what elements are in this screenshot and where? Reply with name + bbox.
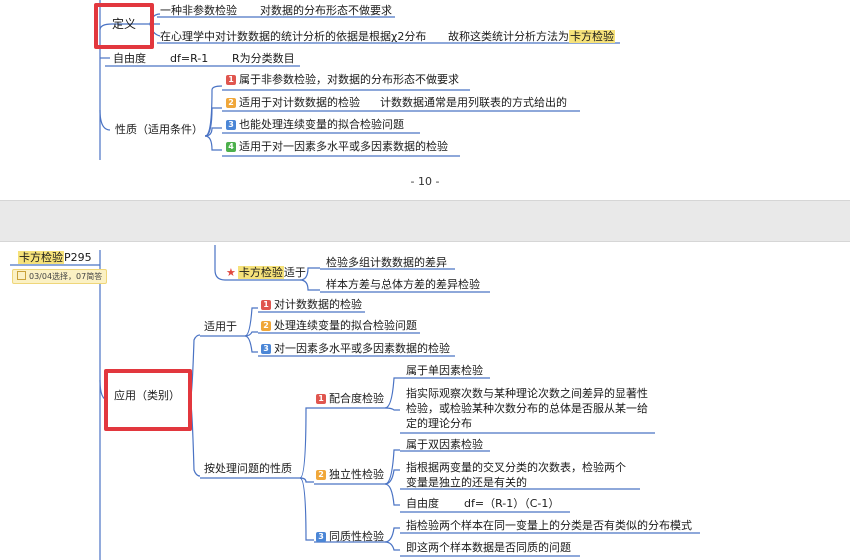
number-4-icon: 4 bbox=[226, 142, 236, 152]
chi-item-2: 样本方差与总体方差的差异检验 bbox=[326, 278, 480, 291]
chi-suitable-highlight: 卡方检验 bbox=[237, 266, 284, 279]
prop-item-1: 1 属于非参数检验，对数据的分布形态不做要求 bbox=[226, 73, 459, 87]
application-label: 应用（类别） bbox=[114, 389, 180, 402]
homog-item-2: 即这两个样本数据是否同质的问题 bbox=[406, 541, 571, 554]
root-topic-highlight: 卡方检验 bbox=[18, 251, 64, 264]
homogeneity-test-node: 3 同质性检验 bbox=[316, 530, 384, 544]
prop-item-4: 4 适用于对一因素多水平或多因素数据的检验 bbox=[226, 140, 448, 154]
prop-item-1-text: 属于非参数检验，对数据的分布形态不做要求 bbox=[239, 73, 459, 86]
indep-item-1: 属于双因素检验 bbox=[406, 438, 483, 451]
independence-test-node: 2 独立性检验 bbox=[316, 468, 384, 482]
exam-note-text: 03/04选择，07简答 bbox=[29, 272, 103, 281]
prop-item-4-text: 适用于对一因素多水平或多因素数据的检验 bbox=[239, 140, 448, 153]
suit-item-1: 1 对计数数据的检验 bbox=[261, 298, 362, 312]
number-3-icon: 3 bbox=[316, 532, 326, 542]
dof-formula: df=R-1 bbox=[170, 52, 209, 65]
dof-label: 自由度 bbox=[113, 52, 146, 65]
suit-item-2-text: 处理连续变量的拟合检验问题 bbox=[274, 319, 417, 332]
page-gap bbox=[0, 200, 850, 242]
chi-item-1: 检验多组计数数据的差异 bbox=[326, 256, 447, 269]
chi-suitable-node: ★ 卡方检验适于 bbox=[226, 266, 306, 280]
def-item-4-highlight: 卡方检验 bbox=[569, 30, 615, 43]
def-item-2: 对数据的分布形态不做要求 bbox=[260, 4, 392, 17]
root-topic: 卡方检验P295 bbox=[18, 251, 92, 265]
def-item-4-text: 故称这类统计分析方法为 bbox=[448, 30, 569, 43]
indep-dof-label: 自由度 bbox=[406, 497, 439, 510]
page-number: - 10 - bbox=[410, 175, 440, 188]
number-1-icon: 1 bbox=[316, 394, 326, 404]
properties-label: 性质（适用条件） bbox=[115, 123, 203, 136]
suit-item-1-text: 对计数数据的检验 bbox=[274, 298, 362, 311]
suit-item-3-text: 对一因素多水平或多因素数据的检验 bbox=[274, 342, 450, 355]
nature-label: 按处理问题的性质 bbox=[204, 462, 292, 475]
number-2-icon: 2 bbox=[316, 470, 326, 480]
prop-item-3: 3 也能处理连续变量的拟合检验问题 bbox=[226, 118, 404, 132]
suitable-label: 适用于 bbox=[204, 320, 237, 333]
homog-item-1: 指检验两个样本在同一变量上的分类是否有类似的分布模式 bbox=[406, 519, 692, 532]
number-2-icon: 2 bbox=[261, 321, 271, 331]
prop-item-2-extra: 计数数据通常是用列联表的方式给出的 bbox=[380, 96, 567, 109]
def-item-3: 在心理学中对计数数据的统计分析的依据是根据χ2分布 bbox=[160, 30, 427, 43]
root-topic-suffix: P295 bbox=[64, 251, 92, 264]
exam-note: 03/04选择，07简答 bbox=[12, 269, 108, 284]
indep-dof-formula: df=（R-1）（C-1） bbox=[464, 497, 560, 510]
homogeneity-test-label: 同质性检验 bbox=[329, 530, 384, 543]
note-icon bbox=[17, 271, 26, 280]
chi-suitable-suffix: 适于 bbox=[283, 266, 306, 279]
def-item-4: 故称这类统计分析方法为卡方检验 bbox=[448, 30, 615, 44]
indep-item-2: 指根据两变量的交叉分类的次数表，检验两个变量是独立的还是有关的 bbox=[406, 461, 626, 489]
independence-test-label: 独立性检验 bbox=[329, 468, 384, 481]
number-3-icon: 3 bbox=[261, 344, 271, 354]
definition-label: 定义 bbox=[112, 17, 137, 31]
number-2-icon: 2 bbox=[226, 98, 236, 108]
star-icon: ★ bbox=[226, 266, 236, 279]
fit-test-label: 配合度检验 bbox=[329, 392, 384, 405]
prop-item-2-text: 适用于对计数数据的检验 bbox=[239, 96, 360, 109]
dof-note: R为分类数目 bbox=[232, 52, 295, 65]
suit-item-3: 3 对一因素多水平或多因素数据的检验 bbox=[261, 342, 450, 356]
number-1-icon: 1 bbox=[226, 75, 236, 85]
fit-item-1: 属于单因素检验 bbox=[406, 364, 483, 377]
suit-item-2: 2 处理连续变量的拟合检验问题 bbox=[261, 319, 417, 333]
prop-item-2: 2 适用于对计数数据的检验 bbox=[226, 96, 360, 110]
fit-test-node: 1 配合度检验 bbox=[316, 392, 384, 406]
number-1-icon: 1 bbox=[261, 300, 271, 310]
prop-item-3-text: 也能处理连续变量的拟合检验问题 bbox=[239, 118, 404, 131]
fit-item-2: 指实际观察次数与某种理论次数之间差异的显著性检验，或检验某种次数分布的总体是否服… bbox=[406, 387, 648, 430]
number-3-icon: 3 bbox=[226, 120, 236, 130]
def-item-1: 一种非参数检验 bbox=[160, 4, 237, 17]
